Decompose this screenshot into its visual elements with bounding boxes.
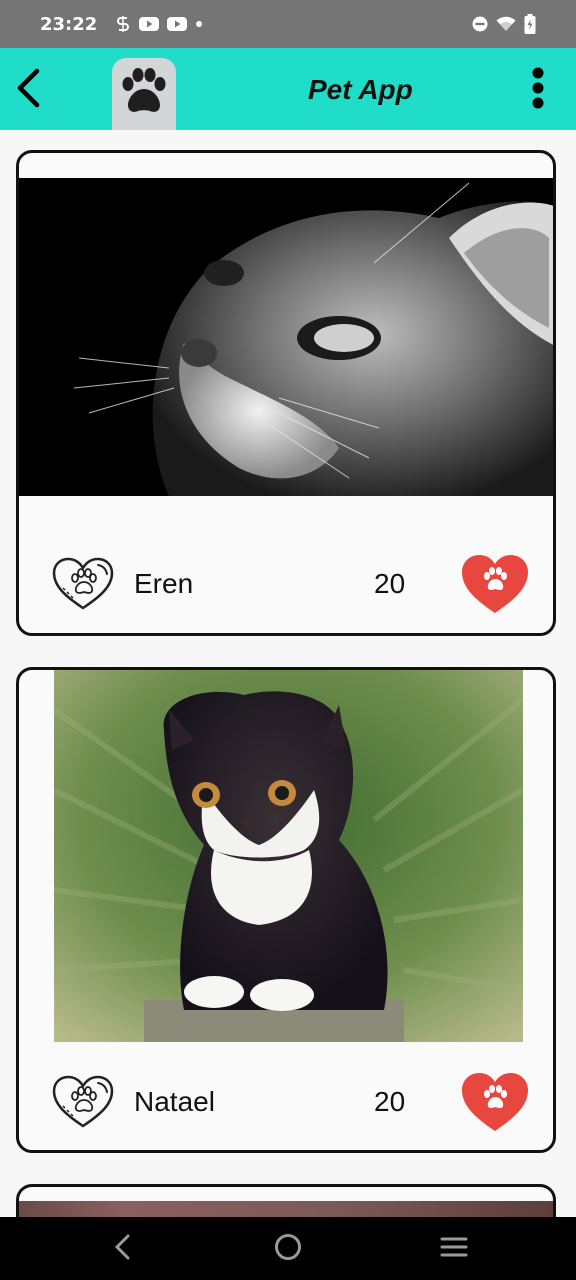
like-count: 20 [374, 1086, 406, 1117]
like-count: 20 [374, 568, 406, 599]
pet-feed[interactable]: Eren 20 Natael 20 [0, 130, 576, 1217]
page-title: Pet App [308, 74, 413, 105]
wifi-icon [496, 16, 516, 32]
paw-heart-outline-icon [51, 556, 115, 612]
do-not-disturb-icon [472, 16, 488, 32]
pet-name: Eren [134, 568, 194, 599]
like-button[interactable] [461, 553, 529, 615]
battery-charging-icon [524, 14, 536, 34]
heart-paw-icon [462, 555, 528, 613]
status-icons-left [115, 15, 203, 33]
chevron-left-icon [15, 68, 41, 113]
paw-icon [116, 67, 172, 122]
more-vert-icon [531, 67, 545, 114]
back-icon [113, 1233, 131, 1266]
nav-recents-button[interactable] [436, 1231, 472, 1267]
overflow-menu-button[interactable] [518, 67, 558, 114]
status-time: 23:22 [40, 13, 98, 35]
pet-card[interactable] [16, 1184, 556, 1217]
app-bar: Pet App [0, 48, 576, 130]
pet-photo[interactable] [54, 670, 523, 1042]
pet-photo[interactable] [19, 1201, 553, 1217]
nav-home-button[interactable] [270, 1231, 306, 1267]
paw-heart-outline-icon [51, 1074, 115, 1130]
system-nav-bar [0, 1217, 576, 1280]
app-logo [112, 58, 176, 130]
sync-icon [115, 15, 131, 33]
pet-card-footer: Natael 20 [19, 1067, 553, 1137]
pet-photo[interactable] [19, 178, 553, 496]
back-button[interactable] [8, 68, 48, 113]
recents-icon [440, 1235, 468, 1264]
nav-back-button[interactable] [104, 1231, 140, 1267]
dot-icon [195, 20, 203, 28]
status-bar: 23:22 [0, 0, 576, 48]
pet-name: Natael [134, 1086, 215, 1117]
pet-card[interactable]: Natael 20 [16, 667, 556, 1153]
pet-card[interactable]: Eren 20 [16, 150, 556, 636]
youtube-icon [167, 17, 188, 31]
like-button[interactable] [461, 1071, 529, 1133]
home-icon [273, 1232, 303, 1267]
youtube-icon [139, 17, 160, 31]
heart-paw-icon [462, 1073, 528, 1131]
pet-card-footer: Eren 20 [19, 549, 553, 619]
status-icons-right [472, 0, 536, 48]
